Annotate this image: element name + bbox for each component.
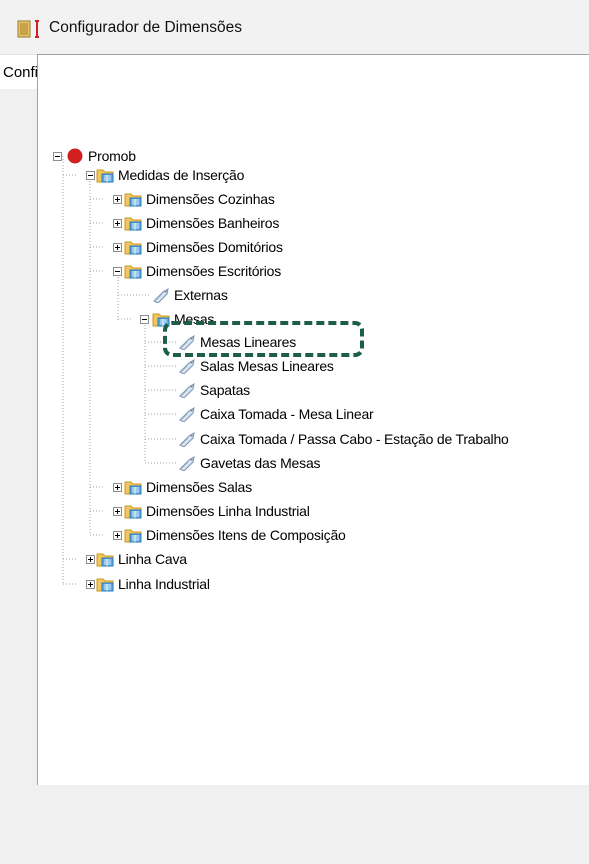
folder-icon [124, 479, 142, 495]
folder-icon [124, 239, 142, 255]
tree-node-sapatas[interactable]: Sapatas [178, 379, 250, 401]
node-label: Dimensões Escritórios [146, 263, 282, 279]
expand-banheiros-icon[interactable] [113, 219, 122, 228]
collapse-promob-icon[interactable] [53, 152, 62, 161]
node-label: Dimensões Linha Industrial [146, 503, 310, 519]
tag-icon [178, 455, 196, 471]
tag-icon [152, 287, 170, 303]
tree-node-medidas-insercao[interactable]: Medidas de Inserção [96, 164, 244, 186]
promob-logo-icon [67, 148, 83, 164]
node-label: Sapatas [200, 382, 250, 398]
expand-linha-industrial-icon[interactable] [86, 580, 95, 589]
title-bar: Configurador de Dimensões [0, 0, 589, 54]
expand-salas-icon[interactable] [113, 483, 122, 492]
folder-icon [124, 263, 142, 279]
folder-icon [96, 576, 114, 592]
node-label: Promob [88, 148, 136, 164]
node-label: Dimensões Itens de Composição [146, 527, 346, 543]
node-label: Medidas de Inserção [118, 167, 245, 183]
tag-icon [178, 358, 196, 374]
node-label: Dimensões Banheiros [146, 215, 280, 231]
collapse-escritorios-icon[interactable] [113, 267, 122, 276]
tree-node-linha-industrial[interactable]: Linha Industrial [96, 573, 210, 595]
folder-icon [124, 215, 142, 231]
tree-node-dimensoes-linha-industrial[interactable]: Dimensões Linha Industrial [124, 500, 310, 522]
collapse-medidas-icon[interactable] [86, 171, 95, 180]
tree-node-caixa-passa-cabo[interactable]: Caixa Tomada / Passa Cabo - Estação de T… [178, 428, 509, 450]
tree-node-dimensoes-cozinhas[interactable]: Dimensões Cozinhas [124, 188, 275, 210]
window-title: Configurador de Dimensões [49, 19, 242, 36]
node-label: Linha Cava [118, 551, 187, 567]
tree-node-caixa-tomada[interactable]: Caixa Tomada - Mesa Linear [178, 403, 374, 425]
tag-icon [178, 382, 196, 398]
node-label: Linha Industrial [118, 576, 210, 592]
expand-itens-composicao-icon[interactable] [113, 531, 122, 540]
node-label: Dimensões Salas [146, 479, 252, 495]
folder-icon [124, 503, 142, 519]
tag-icon [178, 431, 196, 447]
tree-node-externas[interactable]: Externas [152, 284, 228, 306]
tree-node-dimensoes-escritorios[interactable]: Dimensões Escritórios [124, 260, 281, 282]
dimension-configurator-icon [17, 20, 39, 38]
tree-node-gavetas[interactable]: Gavetas das Mesas [178, 452, 321, 474]
tree-node-dimensoes-dormitorios[interactable]: Dimensões Domitórios [124, 236, 283, 258]
node-label: Salas Mesas Lineares [200, 358, 334, 374]
folder-icon [124, 527, 142, 543]
node-label: Dimensões Cozinhas [146, 191, 275, 207]
tree-node-dimensoes-itens-composicao[interactable]: Dimensões Itens de Composição [124, 524, 346, 546]
highlight-annotation [163, 321, 364, 357]
tree-node-dimensoes-salas[interactable]: Dimensões Salas [124, 476, 252, 498]
folder-icon [124, 191, 142, 207]
node-label: Caixa Tomada - Mesa Linear [200, 406, 374, 422]
tree-node-linha-cava[interactable]: Linha Cava [96, 548, 187, 570]
node-label: Gavetas das Mesas [200, 455, 321, 471]
node-label: Caixa Tomada / Passa Cabo - Estação de T… [200, 431, 509, 447]
folder-icon [96, 551, 114, 567]
tree-node-salas-mesas-lineares[interactable]: Salas Mesas Lineares [178, 355, 334, 377]
expand-linha-cava-icon[interactable] [86, 555, 95, 564]
expand-linha-industrial-dim-icon[interactable] [113, 507, 122, 516]
expand-dormitorios-icon[interactable] [113, 243, 122, 252]
node-label: Dimensões Domitórios [146, 239, 283, 255]
tree-node-dimensoes-banheiros[interactable]: Dimensões Banheiros [124, 212, 279, 234]
folder-icon [96, 167, 114, 183]
tag-icon [178, 406, 196, 422]
collapse-mesas-icon[interactable] [140, 315, 149, 324]
node-label: Externas [174, 287, 228, 303]
expand-cozinhas-icon[interactable] [113, 195, 122, 204]
